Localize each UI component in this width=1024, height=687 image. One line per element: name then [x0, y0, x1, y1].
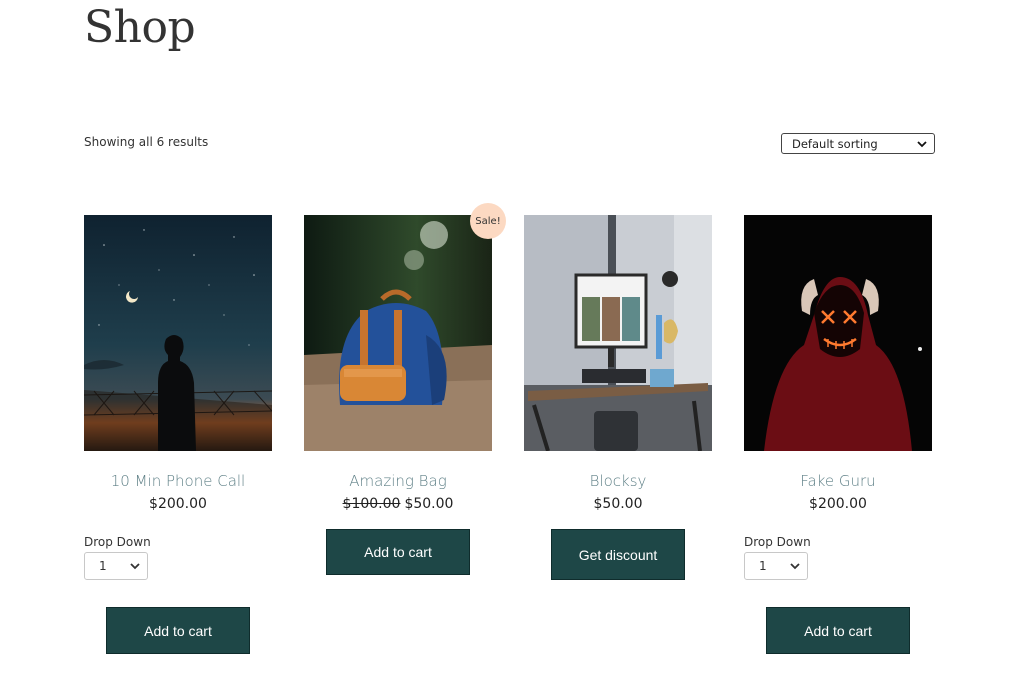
sale-badge: Sale!: [470, 203, 506, 239]
sorting-select[interactable]: Default sorting: [781, 133, 935, 154]
add-to-cart-button[interactable]: Add to cart: [326, 529, 470, 575]
dropdown-value: 1: [99, 559, 107, 573]
dropdown-label: Drop Down: [84, 535, 151, 549]
product-card: Fake Guru $200.00 Drop Down 1 Add to car…: [724, 200, 954, 670]
quantity-dropdown[interactable]: 1: [744, 552, 808, 580]
add-to-cart-button[interactable]: Add to cart: [766, 607, 910, 654]
chevron-down-icon: [130, 563, 140, 570]
desk-setup-image: [524, 215, 712, 451]
neon-mask-image: [744, 215, 932, 451]
product-image[interactable]: [524, 215, 712, 451]
product-price: $200.00: [809, 496, 867, 512]
product-price: $200.00: [149, 496, 207, 512]
product-card: Sale! Amazing Bag $100.00 $50.00 Add to c…: [284, 200, 514, 670]
product-title[interactable]: Blocksy: [504, 472, 732, 490]
page-title: Shop: [84, 2, 196, 53]
quantity-dropdown[interactable]: 1: [84, 552, 148, 580]
product-price: $50.00: [593, 496, 643, 512]
night-sky-image: [84, 215, 272, 451]
sorting-selected-value: Default sorting: [792, 136, 878, 151]
product-title[interactable]: Fake Guru: [724, 472, 952, 490]
chevron-down-icon: [790, 563, 800, 570]
original-price: $100.00: [342, 496, 401, 512]
product-title[interactable]: Amazing Bag: [284, 472, 512, 490]
add-to-cart-button[interactable]: Add to cart: [106, 607, 250, 654]
product-image[interactable]: [304, 215, 492, 451]
product-card: 10 Min Phone Call $200.00 Drop Down 1 Ad…: [64, 200, 294, 670]
product-title[interactable]: 10 Min Phone Call: [64, 472, 292, 490]
get-discount-button[interactable]: Get discount: [551, 529, 685, 580]
dropdown-label: Drop Down: [744, 535, 811, 549]
backpack-image: [304, 215, 492, 451]
sale-price: $50.00: [404, 496, 454, 512]
product-image[interactable]: [84, 215, 272, 451]
dropdown-value: 1: [759, 559, 767, 573]
result-count: Showing all 6 results: [84, 135, 209, 149]
product-card: Blocksy $50.00 Get discount: [504, 200, 734, 670]
product-price: $100.00 $50.00: [284, 496, 512, 512]
product-image[interactable]: [744, 215, 932, 451]
chevron-down-icon: [917, 140, 927, 147]
